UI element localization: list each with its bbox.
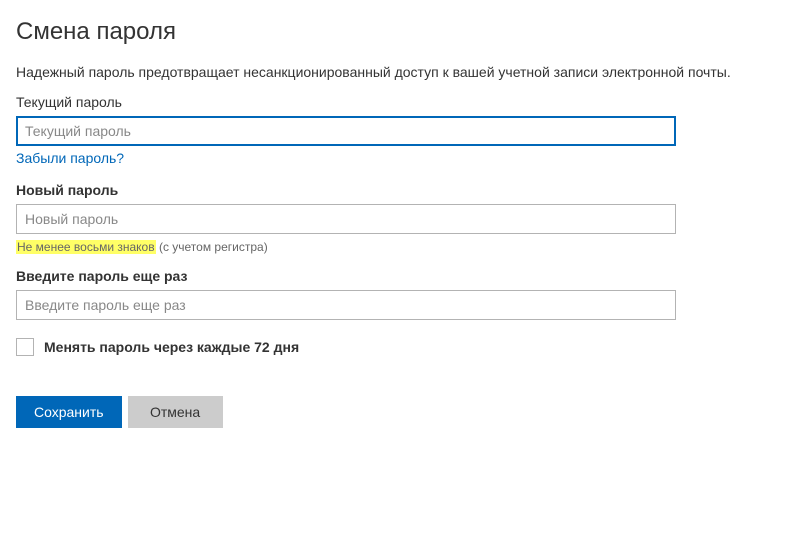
new-password-hint: Не менее восьми знаков (с учетом регистр…	[16, 240, 784, 254]
new-password-group: Новый пароль Не менее восьми знаков (с у…	[16, 182, 784, 254]
confirm-password-label: Введите пароль еще раз	[16, 268, 784, 284]
current-password-group: Текущий пароль Забыли пароль?	[16, 94, 784, 168]
new-password-label: Новый пароль	[16, 182, 784, 198]
page-title: Смена пароля	[16, 18, 784, 46]
current-password-label: Текущий пароль	[16, 94, 784, 110]
confirm-password-group: Введите пароль еще раз	[16, 268, 784, 320]
hint-rest: (с учетом регистра)	[156, 240, 268, 254]
periodic-change-row: Менять пароль через каждые 72 дня	[16, 338, 784, 356]
current-password-input[interactable]	[16, 116, 676, 146]
hint-highlight: Не менее восьми знаков	[16, 240, 156, 254]
periodic-change-label: Менять пароль через каждые 72 дня	[44, 339, 299, 355]
cancel-button[interactable]: Отмена	[128, 396, 223, 428]
periodic-change-checkbox[interactable]	[16, 338, 34, 356]
button-row: Сохранить Отмена	[16, 396, 784, 428]
page-description: Надежный пароль предотвращает несанкцион…	[16, 64, 784, 80]
save-button[interactable]: Сохранить	[16, 396, 122, 428]
confirm-password-input[interactable]	[16, 290, 676, 320]
forgot-password-link[interactable]: Забыли пароль?	[16, 150, 124, 166]
new-password-input[interactable]	[16, 204, 676, 234]
